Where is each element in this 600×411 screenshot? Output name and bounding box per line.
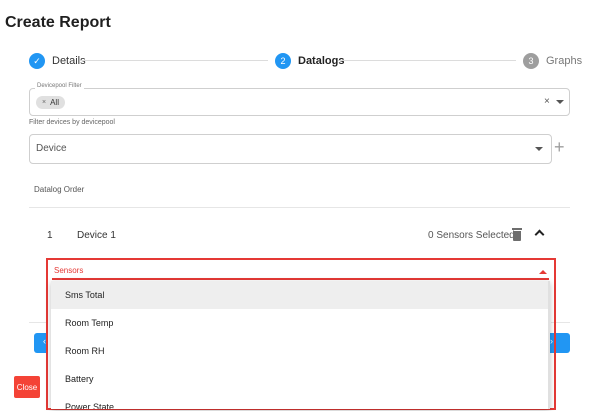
device-row-name: Device 1 xyxy=(77,230,116,241)
step-number: 3 xyxy=(523,53,539,69)
devicepool-helper-text: Filter devices by devicepool xyxy=(29,119,115,126)
stepper-connector xyxy=(338,60,516,61)
sensors-select-label[interactable]: Sensors xyxy=(54,266,83,275)
sensors-dropdown-menu[interactable]: Sms Total Room Temp Room RH Battery Powe… xyxy=(51,281,550,409)
add-device-icon[interactable]: + xyxy=(554,137,565,158)
devicepool-filter-input[interactable] xyxy=(29,88,570,116)
step-details-label: Details xyxy=(52,55,86,67)
sensor-option[interactable]: Power State xyxy=(51,393,550,409)
trash-icon[interactable] xyxy=(512,228,522,241)
divider xyxy=(29,207,570,208)
stepper-connector xyxy=(80,60,268,61)
chevron-up-icon[interactable] xyxy=(534,229,545,240)
menu-scrollbar[interactable] xyxy=(548,281,550,409)
back-button[interactable]: ‹ xyxy=(34,333,46,353)
close-button[interactable]: Close xyxy=(14,376,40,398)
sensor-option[interactable]: Sms Total xyxy=(51,281,550,309)
sensors-select-underline xyxy=(52,278,549,280)
chip-remove-icon[interactable]: × xyxy=(42,99,46,106)
device-row-index: 1 xyxy=(47,230,53,241)
step-datalogs-label: Datalogs xyxy=(298,55,345,67)
step-graphs[interactable]: 3 Graphs xyxy=(523,52,582,70)
device-select[interactable] xyxy=(29,134,552,164)
step-number: 2 xyxy=(275,53,291,69)
chevron-down-icon[interactable] xyxy=(535,147,543,151)
step-graphs-label: Graphs xyxy=(546,55,583,67)
devicepool-chip: × All xyxy=(36,96,65,109)
datalog-order-heading: Datalog Order xyxy=(34,185,85,194)
step-datalogs[interactable]: 2 Datalogs xyxy=(275,52,344,70)
chip-label: All xyxy=(50,98,59,107)
sensor-option[interactable]: Battery xyxy=(51,365,550,393)
device-select-placeholder: Device xyxy=(36,143,67,154)
sensors-selected-count: 0 Sensors Selected xyxy=(428,230,515,241)
divider xyxy=(29,322,47,323)
chevron-up-icon[interactable] xyxy=(539,270,547,274)
sensor-option[interactable]: Room RH xyxy=(51,337,550,365)
sensor-option[interactable]: Room Temp xyxy=(51,309,550,337)
chevron-down-icon[interactable] xyxy=(556,100,564,104)
edit-check-icon: ✓ xyxy=(29,53,45,69)
clear-filter-icon[interactable]: × xyxy=(544,96,550,107)
step-details[interactable]: ✓ Details xyxy=(29,52,86,70)
devicepool-filter-label: Devicepool Filter xyxy=(35,83,84,89)
page-title: Create Report xyxy=(5,14,111,31)
